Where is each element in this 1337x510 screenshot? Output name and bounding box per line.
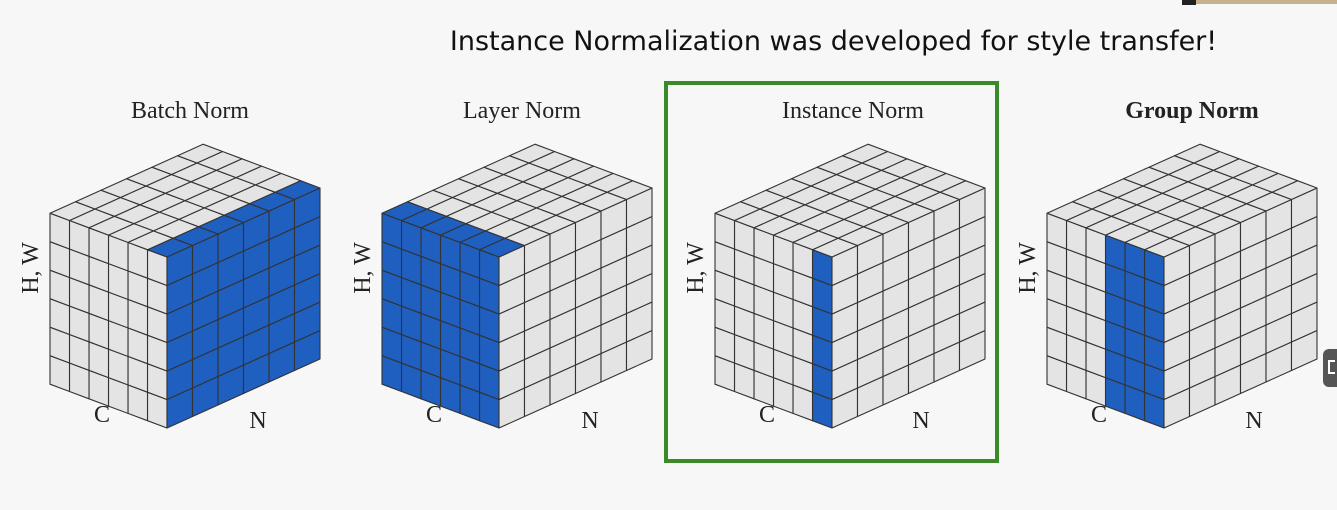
axis-label-hw: H, W bbox=[683, 242, 709, 294]
axis-label-hw: H, W bbox=[1015, 242, 1041, 294]
window-corner-mark bbox=[1182, 0, 1196, 5]
panel-title-layer-norm: Layer Norm bbox=[463, 98, 581, 124]
axis-label-n: N bbox=[581, 408, 598, 434]
side-panel-toggle-icon[interactable] bbox=[1323, 349, 1337, 387]
axis-label-c: C bbox=[426, 402, 442, 428]
panel-title-batch-norm: Batch Norm bbox=[131, 98, 249, 124]
axis-label-n: N bbox=[1245, 408, 1262, 434]
panel-title-instance-norm: Instance Norm bbox=[782, 98, 924, 124]
normalization-diagram: Batch Norm Layer Norm Instance Norm Grou… bbox=[18, 81, 1318, 463]
axis-label-n: N bbox=[249, 408, 266, 434]
axis-label-c: C bbox=[759, 402, 775, 428]
axis-label-c: C bbox=[94, 402, 110, 428]
axis-label-c: C bbox=[1091, 402, 1107, 428]
window-corner-strip bbox=[1182, 0, 1337, 4]
axis-label-hw: H, W bbox=[350, 242, 376, 294]
axis-label-n: N bbox=[912, 408, 929, 434]
panel-title-group-norm: Group Norm bbox=[1125, 98, 1259, 124]
axis-label-hw: H, W bbox=[18, 242, 44, 294]
